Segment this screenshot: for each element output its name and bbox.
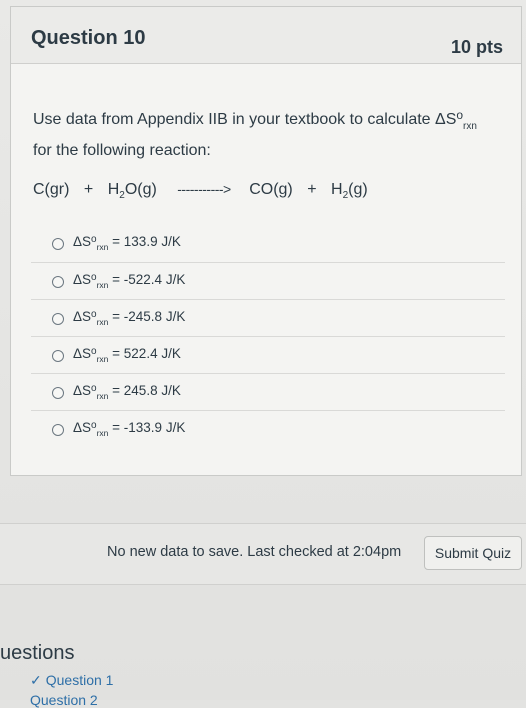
product-hydrogen: H2(g) [331,181,368,201]
answer-label: ΔSorxn = -522.4 J/K [73,272,186,290]
radio-button[interactable] [52,313,64,325]
nav-question-1[interactable]: ✓ Question 1 [30,672,113,689]
prompt-text: Use data from Appendix IIB in your textb… [33,111,435,128]
radio-button[interactable] [52,238,64,250]
prompt-delta: ΔS [435,111,457,128]
question-prompt: Use data from Appendix IIB in your textb… [33,103,503,163]
answer-label: ΔSorxn = 133.9 J/K [73,234,181,252]
answer-option[interactable]: ΔSorxn = -522.4 J/K [31,262,505,299]
radio-button[interactable] [52,276,64,288]
answer-label: ΔSorxn = -245.8 J/K [73,309,186,327]
reactant-carbon: C(gr) [33,181,70,198]
submit-quiz-button[interactable]: Submit Quiz [424,536,522,570]
product-co: CO(g) [249,181,293,198]
plus-sign: + [83,181,94,198]
answer-option[interactable]: ΔSorxn = 245.8 J/K [31,373,505,410]
quiz-footer: No new data to save. Last checked at 2:0… [0,523,526,585]
radio-button[interactable] [52,387,64,399]
answer-label: ΔSorxn = 245.8 J/K [73,383,181,401]
question-body: Use data from Appendix IIB in your textb… [11,63,521,475]
radio-button[interactable] [52,350,64,362]
answer-option[interactable]: ΔSorxn = -133.9 J/K [31,410,505,447]
reaction-equation: C(gr) + H2O(g) -----------> CO(g) + H2(g… [33,181,368,201]
reaction-arrow: -----------> [177,181,231,197]
answer-label: ΔSorxn = 522.4 J/K [73,346,181,364]
radio-button[interactable] [52,424,64,436]
reactant-water: H2O(g) [107,181,157,201]
answer-option[interactable]: ΔSorxn = 522.4 J/K [31,336,505,373]
prompt-degree: o [456,108,464,122]
questions-nav-heading: uestions [0,642,75,664]
prompt-subscript: rxn [463,121,477,132]
answer-option[interactable]: ΔSorxn = 133.9 J/K [31,225,505,262]
answer-option[interactable]: ΔSorxn = -245.8 J/K [31,299,505,336]
answer-label: ΔSorxn = -133.9 J/K [73,420,186,438]
prompt-text-line2: for the following reaction: [33,142,211,159]
answer-list: ΔSorxn = 133.9 J/K ΔSorxn = -522.4 J/K Δ… [31,225,505,447]
plus-sign: + [307,181,317,198]
question-card: Question 10 10 pts Use data from Appendi… [10,6,522,476]
question-title: Question 10 [31,27,146,49]
question-points: 10 pts [450,37,503,57]
save-status: No new data to save. Last checked at 2:0… [107,544,402,560]
nav-question-2[interactable]: Question 2 [30,692,98,708]
question-header: Question 10 10 pts [11,7,521,64]
check-icon: ✓ [30,672,42,688]
